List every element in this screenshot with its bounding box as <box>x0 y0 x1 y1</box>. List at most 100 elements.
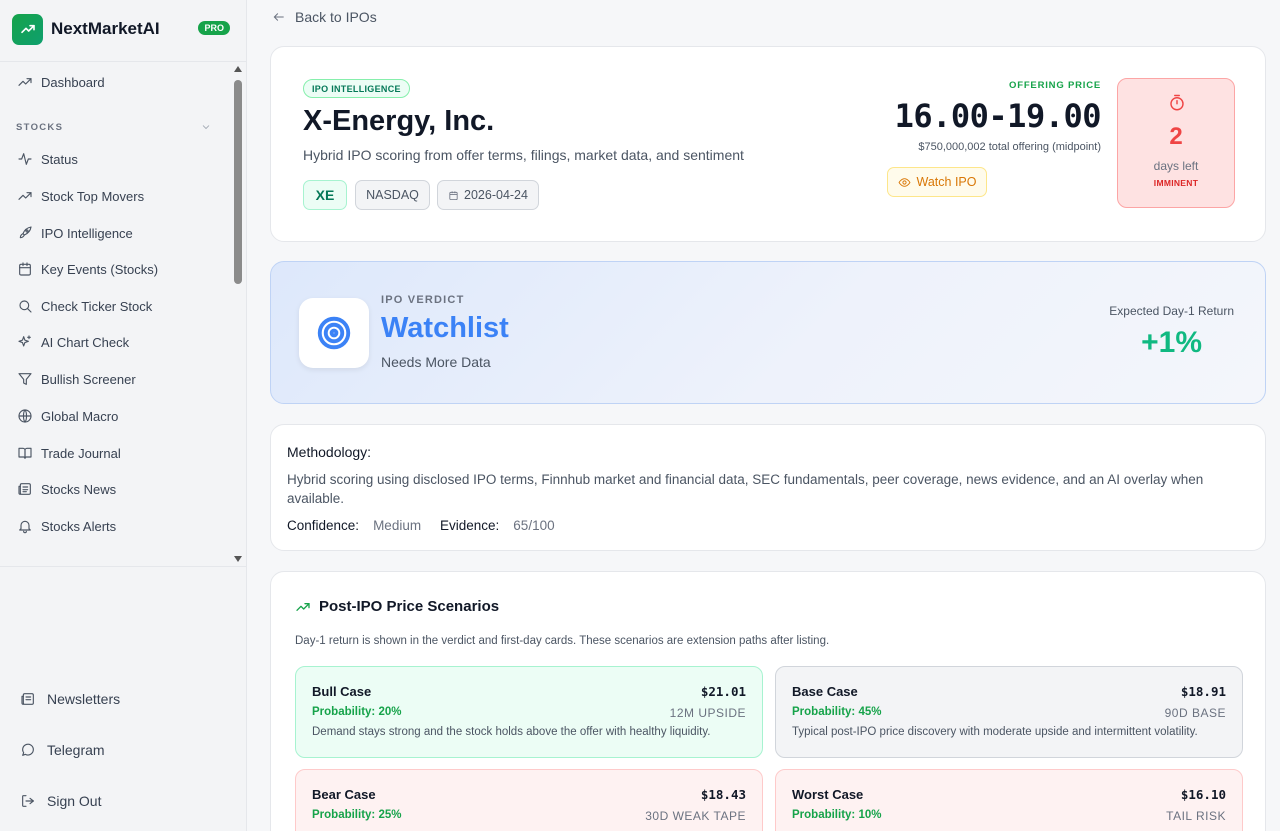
ipo-header-card: IPO INTELLIGENCE X-Energy, Inc. Hybrid I… <box>270 46 1266 242</box>
exchange-tag: NASDAQ <box>355 180 430 210</box>
sidebar-item-stocks-news[interactable]: Stocks News <box>16 478 226 500</box>
arrow-left-icon <box>273 13 284 21</box>
sidebar-footer-label: Telegram <box>47 742 105 758</box>
price-scenarios-card: Post-IPO Price Scenarios Day-1 return is… <box>270 571 1266 831</box>
brand[interactable]: NextMarketAI PRO <box>12 13 232 45</box>
scenario-card-base: Base Case $18.91 Probability: 45% 90D BA… <box>775 666 1243 758</box>
scroll-thumb[interactable] <box>234 80 242 284</box>
company-subtitle: Hybrid IPO scoring from offer terms, fil… <box>303 147 744 163</box>
evidence-label: Evidence: <box>440 518 500 533</box>
activity-icon <box>16 151 33 168</box>
days-left-value: 2 <box>1169 123 1183 150</box>
sidebar-item-global-macro[interactable]: Global Macro <box>16 405 226 427</box>
sidebar-scrollbar[interactable] <box>231 62 245 566</box>
ipo-date: 2026-04-24 <box>464 188 528 202</box>
scenario-name: Bear Case <box>312 787 376 802</box>
imminent-status: IMMINENT <box>1153 178 1199 188</box>
sidebar-item-label: Check Ticker Stock <box>41 298 153 314</box>
newspaper-icon <box>19 690 37 708</box>
scenario-horizon: 90D BASE <box>1164 706 1226 720</box>
scenario-probability: Probability: 20% <box>312 706 402 718</box>
sidebar-item-label: Stocks Alerts <box>41 518 117 534</box>
divider <box>0 566 246 567</box>
rocket-icon <box>16 225 33 242</box>
methodology-heading: Methodology: <box>287 444 372 460</box>
sidebar-item-label: Stock Top Movers <box>41 188 145 204</box>
back-to-ipos-link[interactable]: Back to IPOs <box>272 8 377 26</box>
calendar-icon <box>16 261 33 278</box>
sidebar-item-check-ticker[interactable]: Check Ticker Stock <box>16 295 226 317</box>
sidebar-item-ipo-intelligence[interactable]: IPO Intelligence <box>16 222 226 244</box>
scenario-price: $21.01 <box>700 684 746 699</box>
sidebar-footer-label: Sign Out <box>47 793 102 809</box>
confidence-value: Medium <box>373 518 422 533</box>
trending-up-icon <box>16 188 33 205</box>
sidebar-item-dashboard[interactable]: Dashboard <box>16 71 226 93</box>
verdict-kicker: IPO VERDICT <box>381 294 465 306</box>
message-circle-icon <box>19 741 37 759</box>
company-name: X-Energy, Inc. <box>303 105 495 137</box>
sidebar-item-ai-chart-check[interactable]: AI Chart Check <box>16 331 226 353</box>
scenario-description: Typical post-IPO price discovery with mo… <box>792 726 1198 738</box>
sidebar-item-label: Status <box>41 151 78 167</box>
bell-icon <box>16 518 33 535</box>
sidebar-item-label: Stocks News <box>41 481 117 497</box>
back-label: Back to IPOs <box>295 9 377 25</box>
scenario-card-bull: Bull Case $21.01 Probability: 20% 12M UP… <box>295 666 763 758</box>
scenario-name: Base Case <box>792 684 858 699</box>
timer-icon <box>1168 94 1186 112</box>
expected-return-label: Expected Day-1 Return <box>1109 304 1234 318</box>
sidebar-item-label: Global Macro <box>41 408 119 424</box>
scenario-card-bear: Bear Case $18.43 Probability: 25% 30D WE… <box>295 769 763 831</box>
pro-badge: PRO <box>198 21 230 35</box>
scenario-probability: Probability: 10% <box>792 809 882 821</box>
verdict-title: Watchlist <box>381 312 509 344</box>
sidebar-item-key-events[interactable]: Key Events (Stocks) <box>16 258 226 280</box>
offering-price: 16.00-19.00 <box>894 97 1102 135</box>
evidence-meta: Evidence: 65/100 <box>440 518 555 533</box>
scenario-probability: Probability: 25% <box>312 809 402 821</box>
brand-name: NextMarketAI <box>51 19 160 38</box>
sidebar-newsletters[interactable]: Newsletters <box>19 688 120 710</box>
sparkles-icon <box>16 334 33 351</box>
sidebar-footer-label: Newsletters <box>47 691 121 707</box>
scenario-card-worst: Worst Case $16.10 Probability: 10% TAIL … <box>775 769 1243 831</box>
watch-ipo-button[interactable]: Watch IPO <box>887 167 987 197</box>
sidebar-item-trade-journal[interactable]: Trade Journal <box>16 442 226 464</box>
scenario-horizon: 12M UPSIDE <box>669 706 746 720</box>
days-left-countdown: 2 days left IMMINENT <box>1117 78 1235 208</box>
evidence-value: 65/100 <box>513 518 555 533</box>
confidence-label: Confidence: <box>287 518 360 533</box>
confidence-meta: Confidence: Medium <box>287 518 421 533</box>
expected-return-value: +1% <box>1141 326 1202 359</box>
chevron-down-icon[interactable] <box>200 120 212 132</box>
log-out-icon <box>19 792 37 810</box>
sidebar-item-top-movers[interactable]: Stock Top Movers <box>16 185 226 207</box>
sidebar-item-label: Dashboard <box>41 74 105 90</box>
ipo-verdict-card: IPO VERDICT Watchlist Needs More Data Ex… <box>270 261 1266 404</box>
sidebar-item-status[interactable]: Status <box>16 148 226 170</box>
scenario-name: Bull Case <box>312 684 372 699</box>
scenario-horizon: TAIL RISK <box>1166 809 1226 823</box>
sidebar-telegram[interactable]: Telegram <box>19 739 105 761</box>
sidebar-item-stocks-alerts[interactable]: Stocks Alerts <box>16 515 226 537</box>
logo-trending-icon <box>12 13 43 45</box>
ipo-intelligence-chip: IPO INTELLIGENCE <box>303 79 410 98</box>
scroll-down-arrow-icon[interactable] <box>234 556 242 562</box>
trending-up-icon <box>296 602 310 611</box>
methodology-card: Methodology: Hybrid scoring using disclo… <box>270 424 1266 551</box>
methodology-body: Hybrid scoring using disclosed IPO terms… <box>287 472 1204 506</box>
scroll-up-arrow-icon[interactable] <box>234 66 242 72</box>
sidebar-item-bullish-screener[interactable]: Bullish Screener <box>16 368 226 390</box>
eye-icon <box>898 177 910 187</box>
scenario-name: Worst Case <box>792 787 864 802</box>
scenario-price: $18.91 <box>1180 684 1226 699</box>
scenarios-heading: Post-IPO Price Scenarios <box>295 598 499 615</box>
sidebar-sign-out[interactable]: Sign Out <box>19 790 101 812</box>
book-icon <box>16 445 33 462</box>
scenario-description: Demand stays strong and the stock holds … <box>312 726 711 738</box>
days-left-label: days left <box>1153 159 1199 173</box>
section-label-stocks: STOCKS <box>16 122 64 133</box>
scenario-horizon: 30D WEAK TAPE <box>645 809 746 823</box>
scenarios-note: Day-1 return is shown in the verdict and… <box>295 635 830 647</box>
